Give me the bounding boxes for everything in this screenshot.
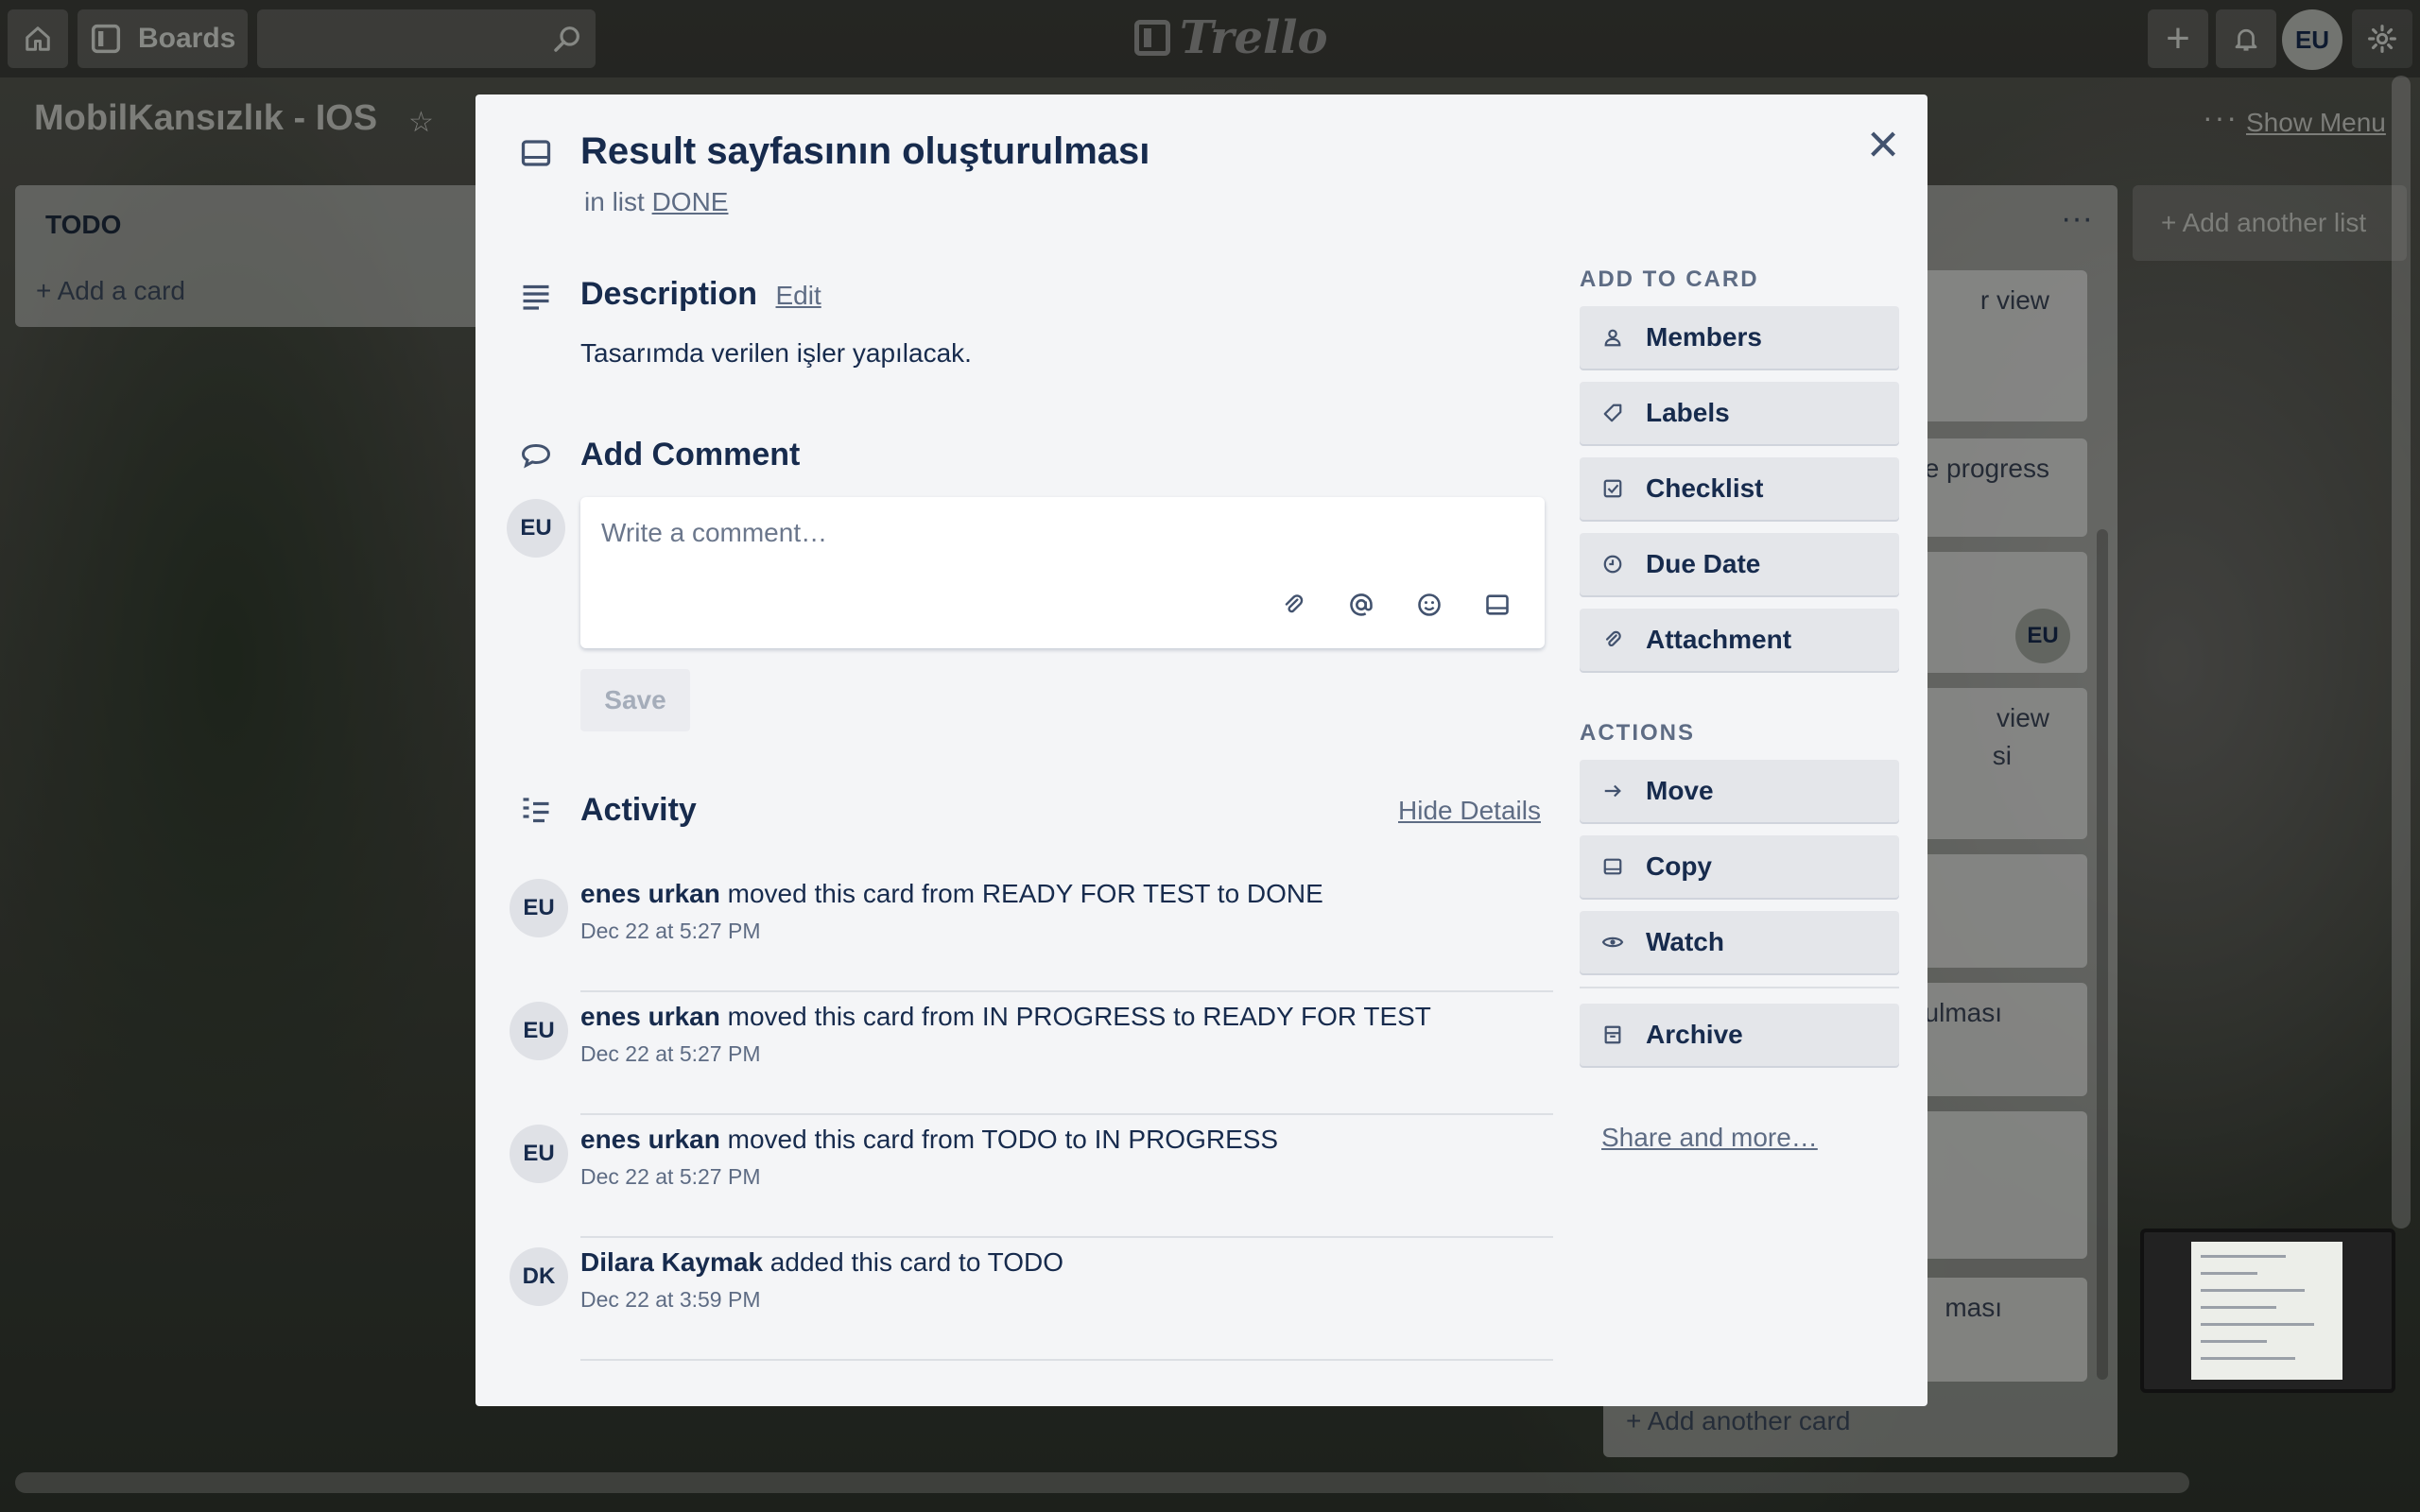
activity-user[interactable]: enes urkan xyxy=(580,1125,720,1154)
card-title[interactable]: Result sayfasının oluşturulması xyxy=(580,130,1150,173)
activity-item: EU enes urkan moved this card from READY… xyxy=(510,869,1553,992)
attachment-button[interactable]: Attachment xyxy=(1580,609,1899,671)
watch-button[interactable]: Watch xyxy=(1580,911,1899,973)
archive-icon xyxy=(1600,1022,1625,1047)
activity-action: moved this card from IN PROGRESS to READ… xyxy=(727,1002,1431,1031)
copy-label: Copy xyxy=(1646,851,1712,881)
move-button[interactable]: Move xyxy=(1580,760,1899,822)
comment-icon xyxy=(519,438,553,472)
description-heading-text: Description xyxy=(580,276,758,312)
activity-text: Dilara Kaymak added this card to TODO xyxy=(580,1247,1063,1278)
comment-input[interactable]: Write a comment… xyxy=(580,497,1545,648)
description-text[interactable]: Tasarımda verilen işler yapılacak. xyxy=(580,338,972,369)
attachment-label: Attachment xyxy=(1646,625,1792,654)
close-icon[interactable]: × xyxy=(1867,117,1899,172)
card-list-info: in list DONE xyxy=(584,187,728,217)
activity-text: enes urkan moved this card from IN PROGR… xyxy=(580,1002,1431,1032)
save-comment-button[interactable]: Save xyxy=(580,669,690,731)
thumbnail-line xyxy=(2201,1272,2257,1275)
arrow-right-icon xyxy=(1600,779,1625,803)
checklist-label: Checklist xyxy=(1646,473,1764,503)
thumbnail-line xyxy=(2201,1306,2276,1309)
activity-avatar[interactable]: EU xyxy=(510,1125,568,1183)
description-icon xyxy=(519,280,553,314)
checkbox-icon xyxy=(1600,476,1625,501)
activity-text: enes urkan moved this card from READY FO… xyxy=(580,879,1323,909)
archive-button[interactable]: Archive xyxy=(1580,1004,1899,1066)
emoji-icon[interactable] xyxy=(1412,588,1446,622)
clock-icon xyxy=(1600,552,1625,576)
checklist-button[interactable]: Checklist xyxy=(1580,457,1899,520)
activity-action: moved this card from READY FOR TEST to D… xyxy=(727,879,1323,908)
activity-heading: Activity xyxy=(580,792,697,828)
window-thumbnail[interactable] xyxy=(2140,1228,2395,1393)
activity-item: EU enes urkan moved this card from TODO … xyxy=(510,1115,1553,1238)
card-icon xyxy=(519,136,553,170)
activity-avatar[interactable]: EU xyxy=(510,1002,568,1060)
due-date-button[interactable]: Due Date xyxy=(1580,533,1899,595)
description-heading: Description Edit xyxy=(580,276,821,313)
thumbnail-line xyxy=(2201,1323,2314,1326)
card-link-icon[interactable] xyxy=(1480,588,1514,622)
members-label: Members xyxy=(1646,322,1762,352)
members-button[interactable]: Members xyxy=(1580,306,1899,369)
paperclip-icon xyxy=(1600,627,1625,652)
labels-label: Labels xyxy=(1646,398,1730,427)
divider xyxy=(1580,987,1899,988)
activity-user[interactable]: enes urkan xyxy=(580,879,720,908)
attachment-icon[interactable] xyxy=(1276,588,1310,622)
card-detail-modal: Result sayfasının oluşturulması in list … xyxy=(475,94,1927,1406)
edit-description-link[interactable]: Edit xyxy=(776,281,821,310)
activity-action: added this card to TODO xyxy=(769,1247,1064,1277)
share-and-more-link[interactable]: Share and more… xyxy=(1601,1123,1818,1153)
label-icon xyxy=(1600,401,1625,425)
thumbnail-line xyxy=(2201,1255,2286,1258)
activity-icon xyxy=(519,794,553,828)
hide-details-link[interactable]: Hide Details xyxy=(1398,796,1541,826)
activity-time[interactable]: Dec 22 at 5:27 PM xyxy=(580,1041,761,1067)
activity-user[interactable]: enes urkan xyxy=(580,1002,720,1031)
card-copy-icon xyxy=(1600,854,1625,879)
activity-text: enes urkan moved this card from TODO to … xyxy=(580,1125,1278,1155)
labels-button[interactable]: Labels xyxy=(1580,382,1899,444)
in-list-prefix: in list xyxy=(584,187,645,216)
person-icon xyxy=(1600,325,1625,350)
activity-item: EU enes urkan moved this card from IN PR… xyxy=(510,992,1553,1115)
copy-button[interactable]: Copy xyxy=(1580,835,1899,898)
list-name-link[interactable]: DONE xyxy=(652,187,729,216)
divider xyxy=(580,1359,1553,1361)
add-comment-heading: Add Comment xyxy=(580,437,801,472)
activity-avatar[interactable]: EU xyxy=(510,879,568,937)
activity-list: EU enes urkan moved this card from READY… xyxy=(510,869,1553,1361)
activity-time[interactable]: Dec 22 at 5:27 PM xyxy=(580,1164,761,1190)
activity-time[interactable]: Dec 22 at 3:59 PM xyxy=(580,1287,761,1313)
comment-placeholder: Write a comment… xyxy=(601,518,828,547)
watch-label: Watch xyxy=(1646,927,1724,956)
eye-icon xyxy=(1600,930,1625,954)
add-to-card-heading: ADD TO CARD xyxy=(1580,266,1759,292)
activity-item: DK Dilara Kaymak added this card to TODO… xyxy=(510,1238,1553,1361)
commenter-avatar[interactable]: EU xyxy=(507,499,565,558)
actions-heading: ACTIONS xyxy=(1580,720,1695,746)
due-date-label: Due Date xyxy=(1646,549,1761,578)
activity-time[interactable]: Dec 22 at 5:27 PM xyxy=(580,919,761,944)
thumbnail-line xyxy=(2201,1357,2295,1360)
mention-icon[interactable] xyxy=(1344,588,1378,622)
activity-action: moved this card from TODO to IN PROGRESS xyxy=(727,1125,1279,1154)
activity-avatar[interactable]: DK xyxy=(510,1247,568,1306)
activity-user[interactable]: Dilara Kaymak xyxy=(580,1247,763,1277)
thumbnail-line xyxy=(2201,1340,2267,1343)
thumbnail-line xyxy=(2201,1289,2305,1292)
move-label: Move xyxy=(1646,776,1714,805)
archive-label: Archive xyxy=(1646,1020,1743,1049)
